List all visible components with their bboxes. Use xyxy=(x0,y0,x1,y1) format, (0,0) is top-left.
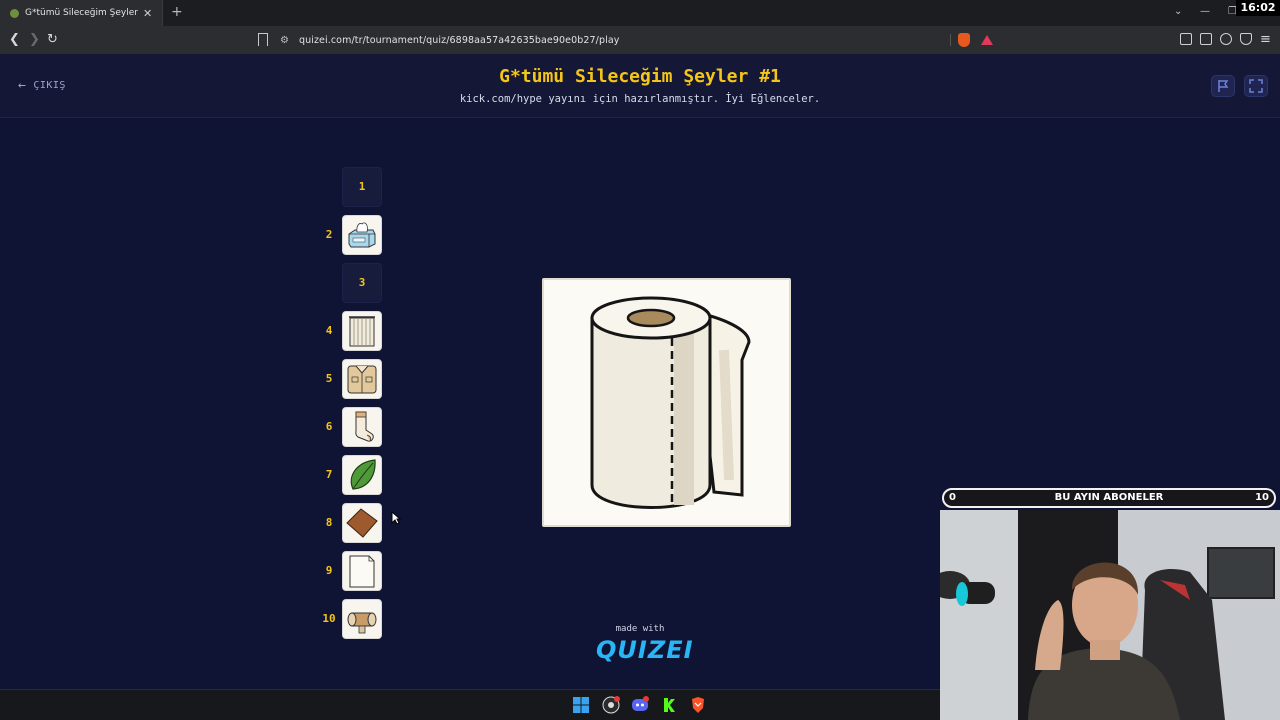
menu-icon[interactable]: ≡ xyxy=(1260,32,1271,47)
address-bar[interactable]: ⚙ quizei.com/tr/tournament/quiz/6898aa57… xyxy=(280,30,1000,50)
sidebar-icon[interactable] xyxy=(1180,33,1192,45)
brave-browser-icon[interactable] xyxy=(689,696,707,714)
curtain-icon xyxy=(349,316,375,347)
site-settings-icon[interactable]: ⚙ xyxy=(280,35,289,46)
tissue-box-icon xyxy=(348,222,376,248)
kick-icon[interactable] xyxy=(660,696,678,714)
reload-icon[interactable]: ↻ xyxy=(47,32,58,47)
leo-ai-icon[interactable] xyxy=(1220,33,1232,45)
browser-tab-bar: G*tümü Sileceğim Şeyler #1 - Ti ✕ + ⌄ — … xyxy=(0,0,1280,26)
goal-max-value: 10 xyxy=(1255,492,1269,503)
taskbar xyxy=(0,689,940,720)
paper-sheet-icon xyxy=(349,555,375,588)
shirt-icon xyxy=(347,365,377,394)
goal-label: BU AYIN ABONELER xyxy=(1054,492,1164,503)
ranking-number: 2 xyxy=(325,228,333,241)
url-text[interactable]: quizei.com/tr/tournament/quiz/6898aa57a4… xyxy=(299,35,620,46)
paper-towel-roll-icon xyxy=(590,296,751,509)
ranking-row-2: 2 xyxy=(318,215,388,255)
ranking-row-5: 5 xyxy=(318,359,388,399)
url-separator xyxy=(950,34,951,46)
tab-list-chevron-icon[interactable]: ⌄ xyxy=(1174,6,1182,17)
ranking-slot[interactable] xyxy=(342,359,382,399)
windows-start-icon[interactable] xyxy=(572,696,590,714)
webcam-image xyxy=(940,510,1280,720)
obs-icon[interactable] xyxy=(602,696,620,714)
discord-icon[interactable] xyxy=(631,696,649,714)
browser-tab[interactable]: G*tümü Sileceğim Şeyler #1 - Ti ✕ xyxy=(0,0,163,26)
ranking-slot-empty[interactable]: 3 xyxy=(342,263,382,303)
ranking-slot[interactable] xyxy=(342,503,382,543)
browser-toolbar: ❮ ❯ ↻ ⚙ quizei.com/tr/tournament/quiz/68… xyxy=(0,26,1280,54)
ranking-row-4: 4 xyxy=(318,311,388,351)
ranking-number: 10 xyxy=(322,612,336,625)
quizei-logo[interactable]: QUIZEI xyxy=(596,636,693,664)
ranking-row-8: 8 xyxy=(318,503,388,543)
ranking-slot[interactable] xyxy=(342,599,382,639)
clock: 16:02 xyxy=(1236,0,1280,16)
new-tab-button[interactable]: + xyxy=(171,4,183,20)
tab-title: G*tümü Sileceğim Şeyler #1 - Ti xyxy=(25,8,139,18)
ranking-slot[interactable] xyxy=(342,215,382,255)
window-minimize-icon[interactable]: — xyxy=(1200,6,1210,17)
ranking-row-10: 10 xyxy=(318,599,388,639)
ranking-row-1: 1 xyxy=(318,167,388,207)
vpn-shield-icon[interactable] xyxy=(1240,33,1252,45)
fullscreen-icon xyxy=(1249,79,1263,93)
report-flag-button[interactable] xyxy=(1211,75,1235,97)
ranking-slot[interactable] xyxy=(342,311,382,351)
ranking-slot[interactable] xyxy=(342,455,382,495)
flag-icon xyxy=(1218,80,1229,92)
brave-rewards-icon[interactable] xyxy=(981,35,993,45)
ranking-number: 6 xyxy=(325,420,333,433)
ranking-slot[interactable] xyxy=(342,407,382,447)
page-title: G*tümü Sileceğim Şeyler #1 xyxy=(499,66,781,87)
tab-favicon-icon xyxy=(10,8,19,18)
ranking-row-6: 6 xyxy=(318,407,388,447)
ranking-row-7: 7 xyxy=(318,455,388,495)
subscriber-goal-bar: 0 BU AYIN ABONELER 10 xyxy=(942,488,1276,508)
ranking-number: 5 xyxy=(325,372,333,385)
tab-close-icon[interactable]: ✕ xyxy=(143,7,152,20)
ranking-row-3: 3 xyxy=(318,263,388,303)
toilet-roll-holder-icon xyxy=(347,612,377,634)
brave-shields-icon[interactable] xyxy=(958,33,970,47)
made-with-label: made with xyxy=(615,624,665,634)
ranking-number: 7 xyxy=(325,468,333,481)
ranking-number: 8 xyxy=(325,516,333,529)
sock-icon xyxy=(355,411,374,442)
ranking-number: 3 xyxy=(358,276,366,289)
fullscreen-button[interactable] xyxy=(1244,75,1268,97)
back-icon[interactable]: ❮ xyxy=(9,32,20,47)
ranking-slot[interactable] xyxy=(342,551,382,591)
webcam-feed xyxy=(940,510,1280,720)
ranking-row-9: 9 xyxy=(318,551,388,591)
ranking-number: 4 xyxy=(325,324,333,337)
forward-icon[interactable]: ❯ xyxy=(29,32,40,47)
wallet-icon[interactable] xyxy=(1200,33,1212,45)
mouse-cursor-icon xyxy=(391,511,401,525)
ranking-slot-empty[interactable]: 1 xyxy=(342,167,382,207)
page-subtitle: kick.com/hype yayını için hazırlanmıştır… xyxy=(459,93,821,105)
bookmark-icon[interactable] xyxy=(258,33,268,46)
ranking-number: 1 xyxy=(358,180,366,193)
quiz-header: ← ÇIKIŞ G*tümü Sileceğim Şeyler #1 kick.… xyxy=(0,54,1280,118)
leaf-icon xyxy=(350,459,376,490)
ranking-number: 9 xyxy=(325,564,333,577)
current-item-card[interactable] xyxy=(542,278,791,527)
cardboard-icon xyxy=(346,508,378,538)
